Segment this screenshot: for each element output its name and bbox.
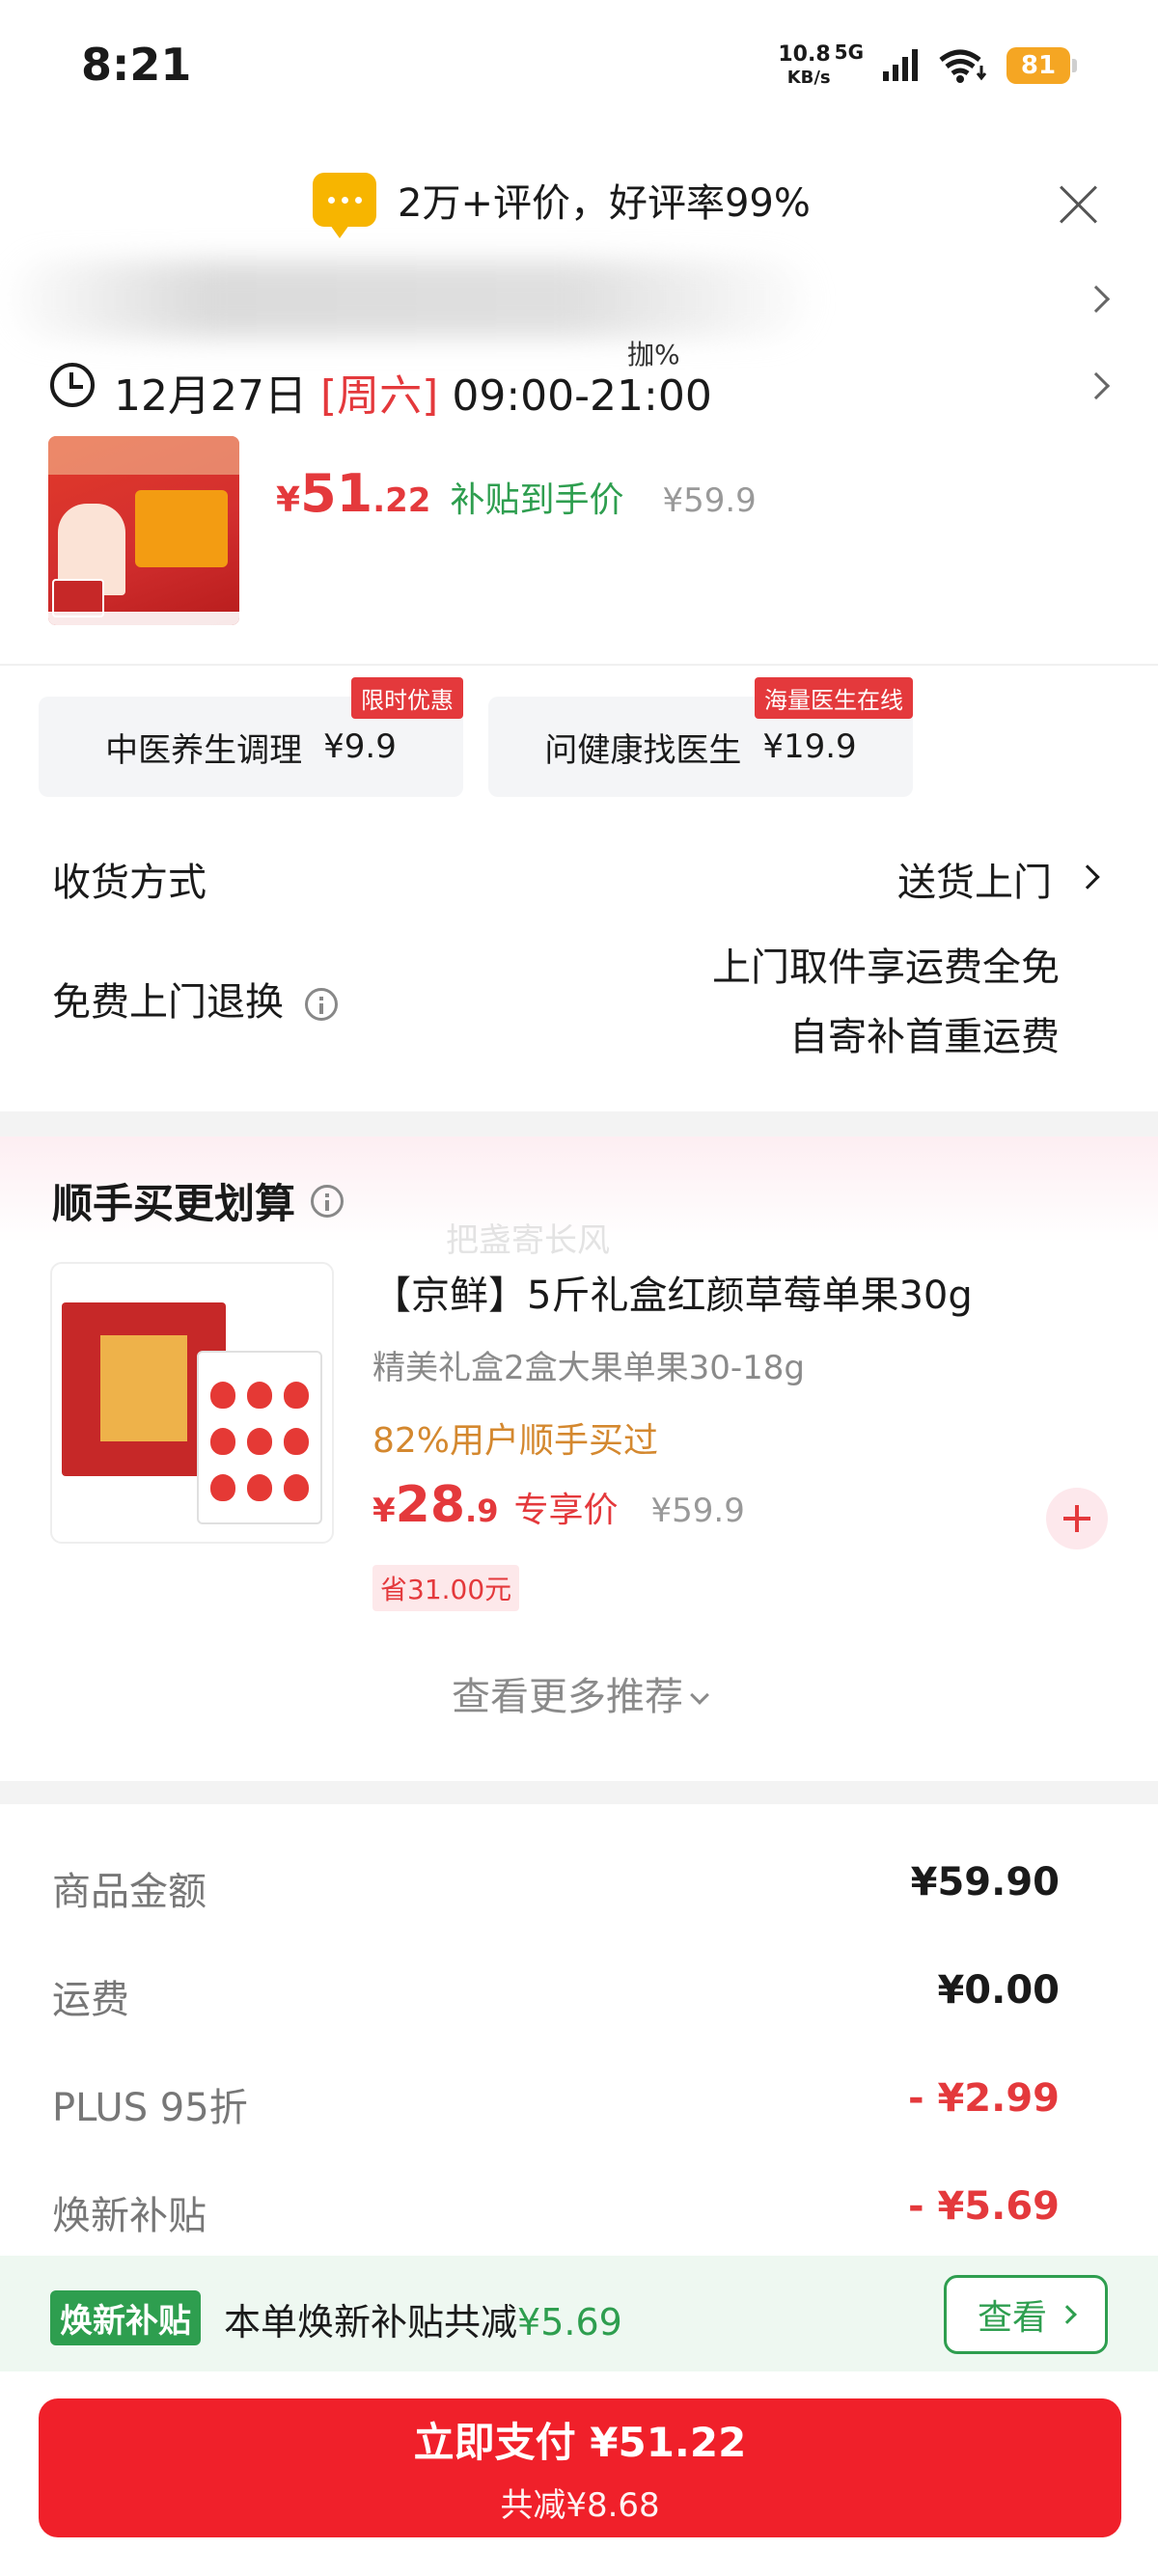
price-decimal: .22 (372, 481, 431, 520)
free-return-line1: 上门取件享运费全免 (712, 945, 1060, 990)
divider (0, 664, 1158, 666)
subsidy-text-label: 本单焕新补贴共减 (224, 2301, 518, 2343)
address-blurred (10, 260, 811, 338)
more-recommendations-label: 查看更多推荐 (452, 1675, 683, 1719)
network-speed-value: 10.8 (778, 42, 831, 67)
save-tag: 省31.00元 (372, 1565, 520, 1611)
chevron-right-icon (1082, 285, 1111, 314)
summary-goods-label: 商品金额 (52, 1870, 207, 1914)
free-return-line2: 自寄补首重运费 (789, 1015, 1060, 1059)
summary-subsidy-value: - ¥5.69 (907, 2184, 1060, 2229)
pay-now-button[interactable]: 立即支付 ¥51.22 共减¥8.68 (39, 2398, 1121, 2537)
section-divider (0, 1111, 1158, 1137)
summary-plus-value: - ¥2.99 (907, 2076, 1060, 2121)
signal-icon (883, 49, 918, 81)
service-card-doctor[interactable]: 问健康找医生 ¥19.9 海量医生在线 (488, 677, 913, 797)
watermark: 把盏寄长风 (446, 1221, 610, 1260)
delivery-method-label: 收货方式 (52, 861, 207, 905)
subsidy-bar: 焕新补贴 本单焕新补贴共减¥5.69 查看 (0, 2256, 1158, 2371)
delivery-date: 12月27日 (114, 371, 307, 421)
network-speed-unit: KB/s (786, 68, 831, 88)
summary-plus-label: PLUS 95折 (52, 2086, 248, 2130)
delivery-time: 12月27日 [周六] 09:00-21:00 (114, 361, 712, 423)
summary-shipping-label: 运费 (52, 1978, 129, 2022)
status-bar: 8:21 10.8 KB/s 5G 81 (0, 0, 1158, 135)
price-currency: ¥ (372, 1492, 396, 1530)
price-integer: 51 (300, 463, 373, 524)
price-decimal: .9 (465, 1493, 499, 1529)
battery-tip (1072, 59, 1077, 72)
service-price: ¥19.9 (762, 727, 857, 766)
original-price: ¥59.9 (662, 481, 757, 520)
free-return-row: 免费上门退换 (52, 971, 338, 1027)
add-to-order-button[interactable] (1046, 1488, 1108, 1549)
price-integer: 28 (395, 1476, 466, 1534)
status-time: 8:21 (81, 39, 192, 91)
price-currency: ¥ (276, 480, 301, 520)
summary-goods-value: ¥59.90 (910, 1860, 1060, 1905)
recommendation-title-text: 顺手买更划算 (52, 1180, 296, 1227)
service-card-tcm[interactable]: 中医养生调理 ¥9.9 限时优惠 (39, 677, 463, 797)
pay-discount-label: 共减¥8.68 (500, 2486, 660, 2525)
section-divider (0, 1781, 1158, 1804)
battery-level: 81 (1006, 47, 1070, 84)
subsidy-badge: 焕新补贴 (50, 2290, 201, 2345)
chevron-right-icon (1082, 371, 1111, 400)
chevron-right-icon (1058, 2305, 1077, 2324)
close-icon[interactable] (1058, 183, 1100, 226)
delivery-weekday: [周六] (319, 371, 439, 421)
address-row[interactable] (0, 251, 1158, 347)
summary-shipping-value: ¥0.00 (937, 1968, 1060, 2013)
battery-icon: 81 (1006, 47, 1077, 84)
product-price: ¥ 51 .22 补贴到手价 ¥59.9 (276, 463, 757, 524)
network-type: 5G (834, 41, 864, 64)
info-icon[interactable] (305, 988, 338, 1021)
subsidy-price-label: 补贴到手价 (450, 480, 624, 520)
wifi-icon (939, 49, 987, 83)
recommendation-image[interactable] (50, 1262, 334, 1544)
free-return-label: 免费上门退换 (52, 980, 284, 1025)
subsidy-text: 本单焕新补贴共减¥5.69 (224, 2292, 622, 2345)
service-tag: 海量医生在线 (755, 677, 913, 719)
product-image[interactable] (48, 436, 239, 625)
chat-bubble-icon (313, 173, 376, 238)
overlay-mark: 拁% (627, 339, 680, 370)
recommendation-title: 顺手买更划算 (52, 1171, 345, 1230)
subsidy-amount: ¥5.69 (517, 2301, 622, 2343)
service-price: ¥9.9 (323, 727, 397, 766)
service-name: 中医养生调理 (105, 730, 303, 770)
review-banner-content: 2万+评价，好评率99% (313, 172, 811, 238)
summary-subsidy-label: 焕新补贴 (52, 2194, 207, 2238)
delivery-time-row[interactable]: 12月27日 [周六] 09:00-21:00 拁% (0, 339, 1158, 425)
recommendation-name[interactable]: 【京鲜】5斤礼盒红颜草莓单果30g (372, 1264, 973, 1320)
status-indicators: 10.8 KB/s 5G 81 (778, 39, 1077, 93)
chevron-down-icon (690, 1685, 709, 1705)
chevron-right-icon[interactable] (1075, 864, 1100, 890)
delivery-window: 09:00-21:00 (452, 371, 712, 421)
network-speed: 10.8 KB/s (778, 44, 830, 87)
original-price: ¥59.9 (650, 1492, 745, 1530)
product-row[interactable]: ¥ 51 .22 补贴到手价 ¥59.9 (0, 434, 1158, 632)
recommendation-section: 顺手买更划算 把盏寄长风 【京鲜】5斤礼盒红颜草莓单果30g 精美礼盒2盒大果单… (0, 1137, 1158, 1781)
clock-icon (50, 363, 95, 407)
review-summary: 2万+评价，好评率99% (398, 181, 811, 226)
recommendation-price: ¥ 28 .9 专享价 ¥59.9 (372, 1476, 745, 1534)
view-subsidy-label: 查看 (977, 2298, 1047, 2338)
recommendation-spec: 精美礼盒2盒大果单果30-18g (372, 1349, 806, 1387)
exclusive-price-label: 专享价 (513, 1491, 619, 1530)
recommendation-bought: 82%用户顺手买过 (372, 1421, 659, 1461)
service-name: 问健康找医生 (544, 730, 742, 770)
delivery-method-value[interactable]: 送货上门 (897, 851, 1052, 907)
more-recommendations-link[interactable]: 查看更多推荐 (0, 1665, 1158, 1721)
service-tag: 限时优惠 (351, 677, 463, 719)
view-subsidy-button[interactable]: 查看 (944, 2275, 1108, 2354)
pay-main-label: 立即支付 ¥51.22 (413, 2419, 747, 2466)
review-banner[interactable]: 2万+评价，好评率99% (0, 164, 1158, 241)
info-icon[interactable] (311, 1184, 345, 1218)
